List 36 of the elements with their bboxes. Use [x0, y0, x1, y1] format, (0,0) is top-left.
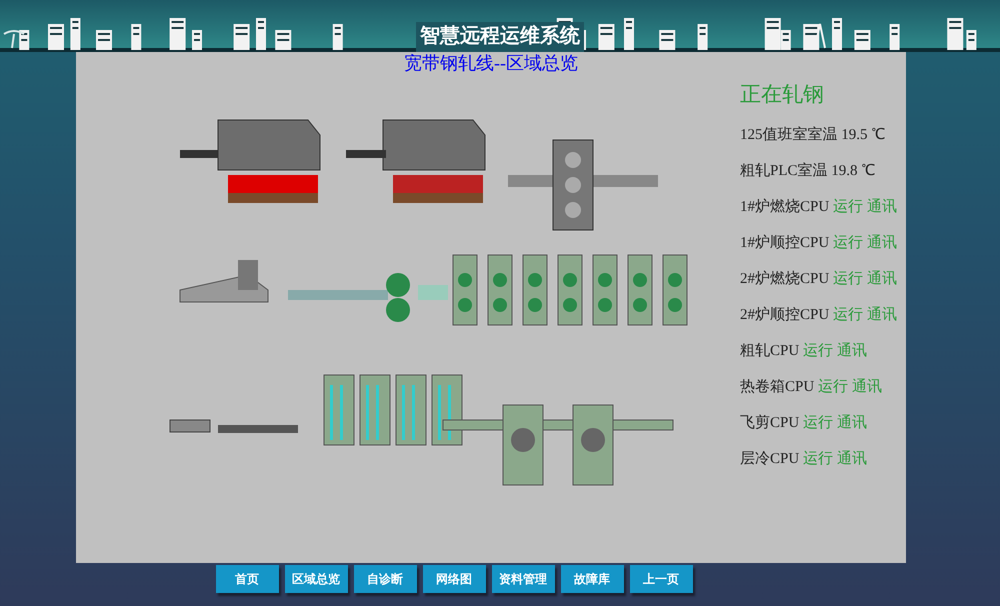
nav-button[interactable]: 自诊断	[354, 565, 416, 593]
run-status: 运行	[818, 378, 848, 396]
cpu-label: 1#炉燃烧CPU	[740, 198, 830, 216]
cpu-label: 层冷CPU	[740, 450, 800, 468]
run-status: 运行	[803, 414, 834, 432]
run-status: 运行	[833, 306, 864, 324]
cpu-label: 飞剪CPU	[740, 414, 800, 432]
system-title: 智慧远程运维系统	[416, 22, 584, 52]
page-title: 宽带钢轧线--区域总览	[403, 52, 579, 74]
nav-button[interactable]: 上一页	[630, 565, 692, 593]
run-status: 运行	[803, 450, 834, 468]
run-status: 运行	[833, 234, 864, 252]
comm-status: 通讯	[867, 270, 898, 288]
cpu-label: 2#炉顺控CPU	[740, 306, 830, 324]
comm-status: 通讯	[867, 306, 898, 324]
nav-button[interactable]: 首页	[216, 565, 278, 593]
comm-status: 通讯	[867, 234, 898, 252]
comm-status: 通讯	[837, 414, 868, 432]
comm-status: 通讯	[837, 450, 868, 468]
temperature-reading: 125值班室室温 19.5 ℃	[740, 125, 886, 144]
rolling-status-heading: 正在轧钢	[740, 81, 825, 108]
run-status: 运行	[833, 270, 864, 288]
nav-button[interactable]: 故障库	[560, 565, 624, 593]
cpu-label: 1#炉顺控CPU	[740, 234, 830, 252]
comm-status: 通讯	[852, 378, 882, 396]
nav-button[interactable]: 网络图	[422, 565, 486, 593]
cpu-label: 2#炉燃烧CPU	[740, 270, 830, 288]
nav-button[interactable]: 区域总览	[284, 565, 348, 593]
run-status: 运行	[833, 198, 864, 216]
temperature-reading: 粗轧PLC室温 19.8 ℃	[740, 161, 876, 180]
run-status: 运行	[803, 342, 834, 360]
cpu-label: 热卷箱CPU	[740, 378, 814, 396]
cpu-label: 粗轧CPU	[740, 342, 800, 360]
comm-status: 通讯	[867, 198, 898, 216]
comm-status: 通讯	[837, 342, 868, 360]
nav-button[interactable]: 资料管理	[492, 565, 554, 593]
